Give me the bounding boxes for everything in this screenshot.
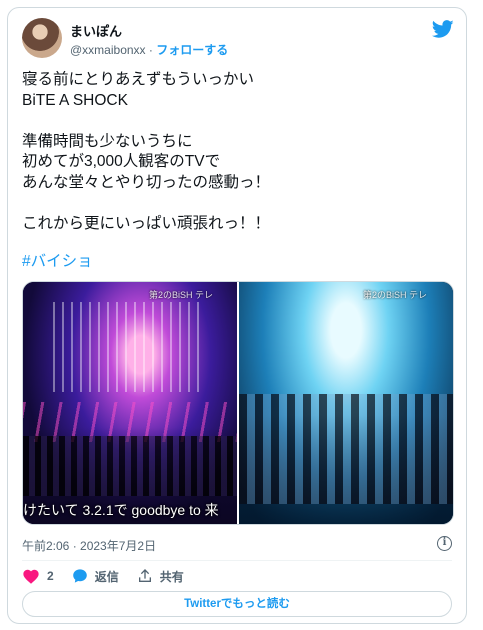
tweet-image-1[interactable]: 第2のBiSH テレ けたいて 3.2.1で goodbye to 来 [23, 282, 237, 524]
twitter-bird-icon[interactable] [432, 18, 454, 40]
image-caption-text: けたいて 3.2.1で goodbye to 来 [23, 502, 219, 518]
user-handle[interactable]: @xxmaibonxx [70, 43, 146, 57]
reply-label: 返信 [94, 569, 119, 584]
like-count: 2 [47, 569, 54, 583]
reply-bubble-icon [72, 569, 87, 583]
performers-silhouette [239, 394, 453, 504]
heart-icon [23, 569, 39, 584]
share-label: 共有 [159, 569, 184, 584]
performers-silhouette [23, 436, 237, 496]
reply-button[interactable]: 返信 [72, 568, 119, 585]
like-button[interactable]: 2 [22, 568, 54, 584]
image-overlay-text: 第2のBiSH テレ [363, 290, 428, 300]
follow-button[interactable]: フォローする [156, 43, 228, 57]
tweet-card: まいぽん @xxmaibonxx · フォローする 寝る前にとりあえずもういっか… [7, 7, 467, 624]
share-button[interactable]: 共有 [137, 568, 184, 585]
stage-lights [53, 302, 203, 392]
divider [22, 560, 452, 561]
action-bar: 2 返信 共有 [22, 565, 202, 587]
display-name[interactable]: まいぽん [70, 21, 122, 40]
share-icon [138, 569, 151, 582]
tweet-header: まいぽん @xxmaibonxx · フォローする [22, 18, 454, 60]
avatar[interactable] [22, 18, 62, 58]
tweet-text: 寝る前にとりあえずもういっかい BiTE A SHOCK 準備時間も少ないうちに… [22, 71, 271, 232]
media-grid: 第2のBiSH テレ けたいて 3.2.1で goodbye to 来 第2のB… [22, 281, 454, 525]
read-more-button[interactable]: Twitterでもっと読む [22, 591, 452, 617]
tweet-timestamp[interactable]: 午前2:06 · 2023年7月2日 [22, 537, 156, 554]
tweet-image-2[interactable]: 第2のBiSH テレ [237, 282, 453, 524]
image-overlay-text: 第2のBiSH テレ [149, 290, 214, 300]
separator: · [148, 43, 153, 57]
info-icon[interactable]: i [437, 536, 452, 551]
handle-line: @xxmaibonxx · フォローする [70, 41, 228, 58]
hashtag-link[interactable]: #バイショ [22, 249, 93, 271]
